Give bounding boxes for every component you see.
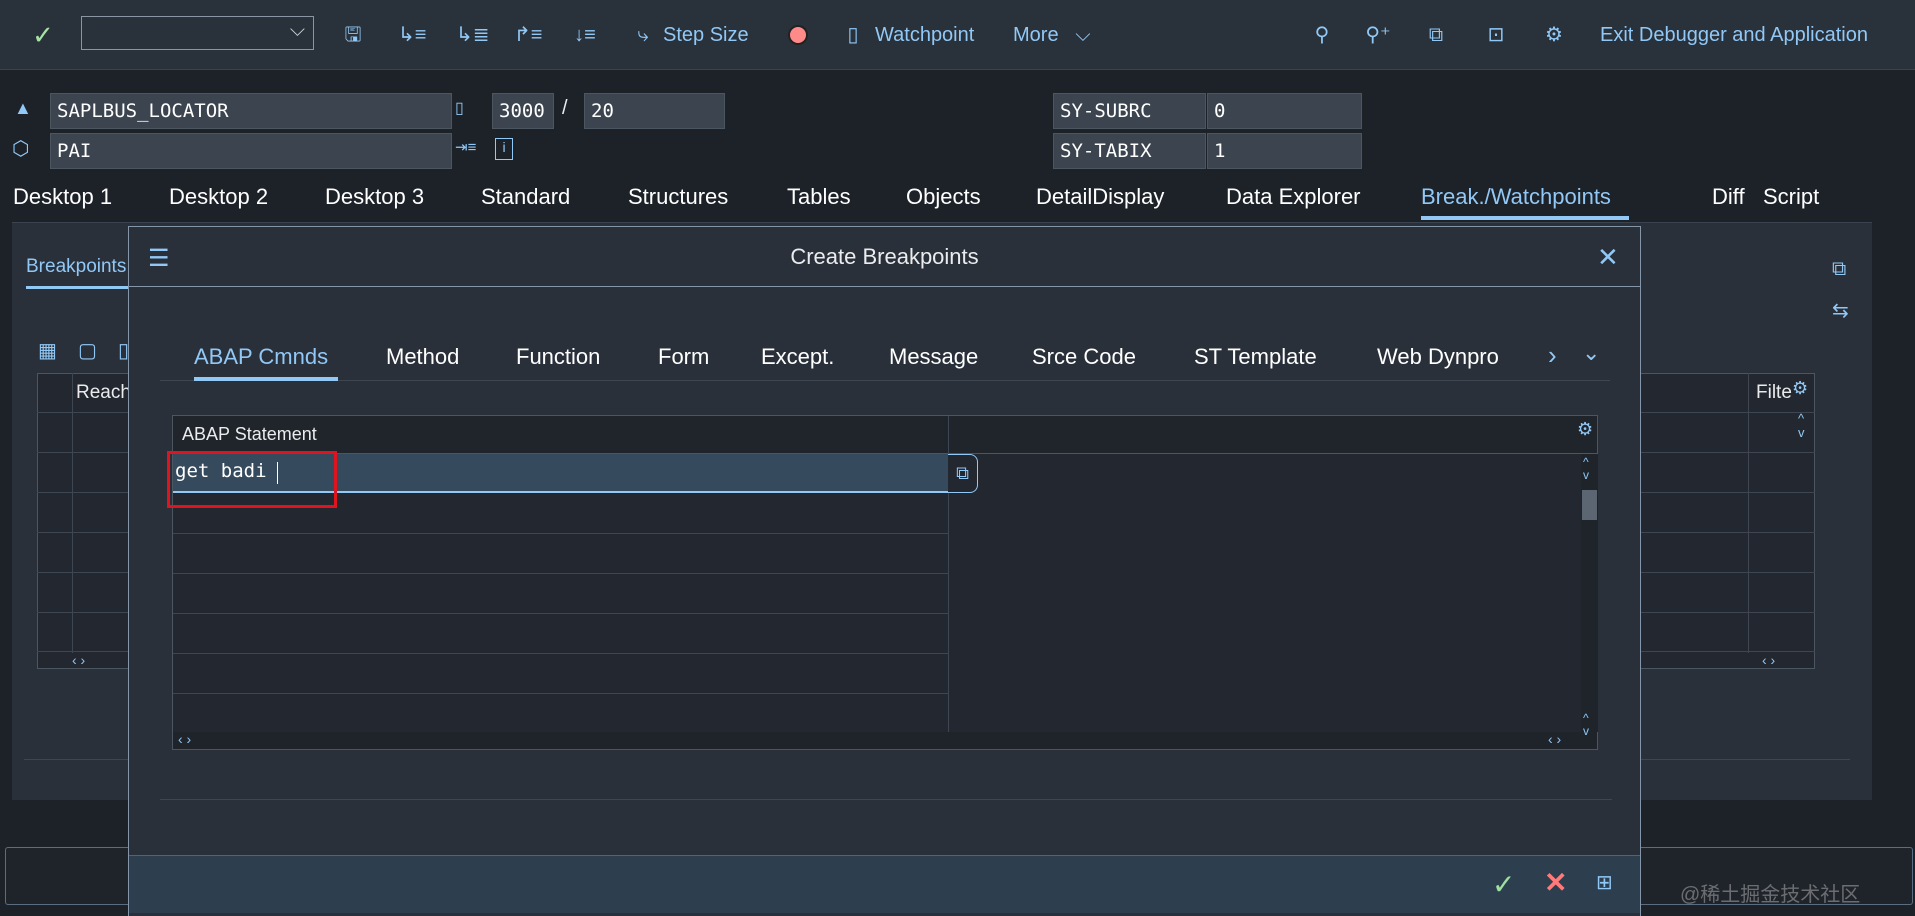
- step-size-button[interactable]: Step Size: [663, 22, 749, 48]
- search-icon[interactable]: ⚲: [1309, 22, 1335, 48]
- dialog-footer: [129, 855, 1640, 913]
- dialog-tab-method[interactable]: Method: [386, 344, 459, 370]
- dialog-title: Create Breakpoints: [790, 244, 979, 269]
- cancel-x-icon[interactable]: ✕: [1544, 866, 1567, 899]
- tab-diff[interactable]: Diff: [1712, 184, 1745, 210]
- highlight-box: [167, 451, 337, 508]
- command-dropdown[interactable]: ⌵: [81, 16, 314, 50]
- dialog-tab-abap-cmnds[interactable]: ABAP Cmnds: [194, 344, 328, 370]
- tab-break-watchpoints[interactable]: Break./Watchpoints: [1421, 184, 1611, 210]
- window-switch-icon[interactable]: ⊡: [1483, 22, 1509, 48]
- dialog-tab-function[interactable]: Function: [516, 344, 600, 370]
- step-size-icon[interactable]: ⤷: [630, 22, 656, 48]
- tab-standard[interactable]: Standard: [481, 184, 570, 210]
- active-tab-indicator: [1421, 216, 1629, 220]
- dialog-tab-except[interactable]: Except.: [761, 344, 834, 370]
- line-field: 20: [584, 93, 725, 129]
- screen-icon: ▯: [455, 100, 464, 117]
- sy-subrc-label: SY-SUBRC: [1053, 93, 1206, 129]
- tab-objects[interactable]: Objects: [906, 184, 981, 210]
- chevron-down-icon[interactable]: ⌵: [1070, 22, 1096, 48]
- scroll-left-right[interactable]: ‹ ›: [1762, 652, 1775, 668]
- window-favorite-icon[interactable]: ⧉: [1832, 258, 1846, 281]
- scroll-up-down[interactable]: ^ v: [1583, 456, 1589, 482]
- exit-debugger-button[interactable]: Exit Debugger and Application: [1600, 22, 1868, 48]
- search-next-icon[interactable]: ⚲⁺: [1365, 22, 1391, 48]
- scroll-left-right[interactable]: ‹ ›: [1548, 731, 1561, 747]
- settings-icon[interactable]: ⚙: [1792, 378, 1808, 399]
- value-help-icon[interactable]: ⧉: [948, 454, 978, 493]
- program-icon: ▲: [14, 98, 32, 118]
- execute-icon[interactable]: ↳≣: [456, 22, 490, 48]
- screen-field: 3000: [492, 93, 554, 129]
- scrollbar-thumb[interactable]: [1582, 490, 1597, 520]
- more-button[interactable]: More: [1013, 22, 1059, 48]
- table-header: [173, 416, 1597, 454]
- scroll-up-down[interactable]: ^ v: [1583, 712, 1589, 738]
- deselect-all-icon[interactable]: ▢: [78, 338, 97, 363]
- cube-icon: ⬡: [12, 138, 30, 160]
- dialog-tab-st-template[interactable]: ST Template: [1194, 344, 1317, 370]
- sy-subrc-value: 0: [1207, 93, 1362, 129]
- dialog-tab-srce-code[interactable]: Srce Code: [1032, 344, 1136, 370]
- return-icon[interactable]: ↱≡: [514, 22, 542, 48]
- tab-script[interactable]: Script: [1763, 184, 1819, 210]
- check-icon[interactable]: ✓: [30, 22, 56, 48]
- dialog-tab-form[interactable]: Form: [658, 344, 709, 370]
- dialog-tab-message[interactable]: Message: [889, 344, 978, 370]
- event-field: PAI: [50, 133, 452, 169]
- sy-tabix-label: SY-TABIX: [1053, 133, 1206, 169]
- dialog-active-tab-indicator: [194, 377, 338, 381]
- save-icon[interactable]: 🖫: [340, 22, 366, 48]
- tab-tables[interactable]: Tables: [787, 184, 851, 210]
- column-header-reach: Reach: [76, 382, 131, 403]
- window-favorite-icon[interactable]: ⧉: [1423, 22, 1449, 48]
- separator: /: [562, 97, 568, 119]
- tab-structures[interactable]: Structures: [628, 184, 728, 210]
- horizontal-scrollbar[interactable]: [173, 732, 1597, 749]
- confirm-check-icon[interactable]: ✓: [1492, 868, 1515, 901]
- tab-detaildisplay[interactable]: DetailDisplay: [1036, 184, 1164, 210]
- tab-data-explorer[interactable]: Data Explorer: [1226, 184, 1361, 210]
- subtab-indicator: [26, 286, 136, 289]
- column-header-filter: Filte: [1756, 382, 1792, 403]
- subtab-breakpoints[interactable]: Breakpoints: [26, 256, 126, 278]
- column-header-abap-statement: ABAP Statement: [182, 424, 317, 444]
- settings-icon[interactable]: ⚙: [1541, 22, 1567, 48]
- chevron-down-icon: ⌵: [289, 19, 305, 41]
- scroll-left-right[interactable]: ‹ ›: [178, 731, 191, 747]
- tab-desktop-3[interactable]: Desktop 3: [325, 184, 424, 210]
- scroll-up-down[interactable]: ^ v: [1798, 412, 1805, 440]
- close-icon[interactable]: ✕: [1597, 242, 1619, 273]
- insert-rows-icon[interactable]: ⊞: [1596, 870, 1613, 895]
- stop-icon[interactable]: [785, 22, 811, 48]
- dialog-tab-web-dynpro[interactable]: Web Dynpro: [1377, 344, 1499, 370]
- watermark: @稀土掘金技术社区: [1680, 884, 1861, 906]
- watchpoint-button[interactable]: Watchpoint: [875, 22, 974, 48]
- layout-switch-icon[interactable]: ⇆: [1832, 298, 1849, 323]
- toolbar: ✓ ⌵ 🖫 ↳≡ ↳≣ ↱≡ ↓≡ ⤷ Step Size ▯ Watchpoi…: [0, 0, 1915, 70]
- continue-icon[interactable]: ↓≡: [572, 22, 598, 48]
- chevron-right-icon[interactable]: ›: [1548, 340, 1557, 371]
- tab-desktop-1[interactable]: Desktop 1: [13, 184, 112, 210]
- sy-tabix-value: 1: [1207, 133, 1362, 169]
- select-all-icon[interactable]: ▦: [38, 338, 57, 363]
- watchpoint-icon[interactable]: ▯: [840, 22, 866, 48]
- info-icon[interactable]: i: [495, 138, 513, 160]
- single-step-icon[interactable]: ↳≡: [398, 22, 426, 48]
- goto-source-icon[interactable]: ⇥≡: [455, 138, 476, 156]
- settings-icon[interactable]: ⚙: [1577, 419, 1593, 440]
- chevron-down-icon[interactable]: ⌄: [1582, 340, 1600, 366]
- program-field: SAPLBUS_LOCATOR: [50, 93, 452, 129]
- scroll-left-right[interactable]: ‹ ›: [72, 652, 85, 668]
- tab-desktop-2[interactable]: Desktop 2: [169, 184, 268, 210]
